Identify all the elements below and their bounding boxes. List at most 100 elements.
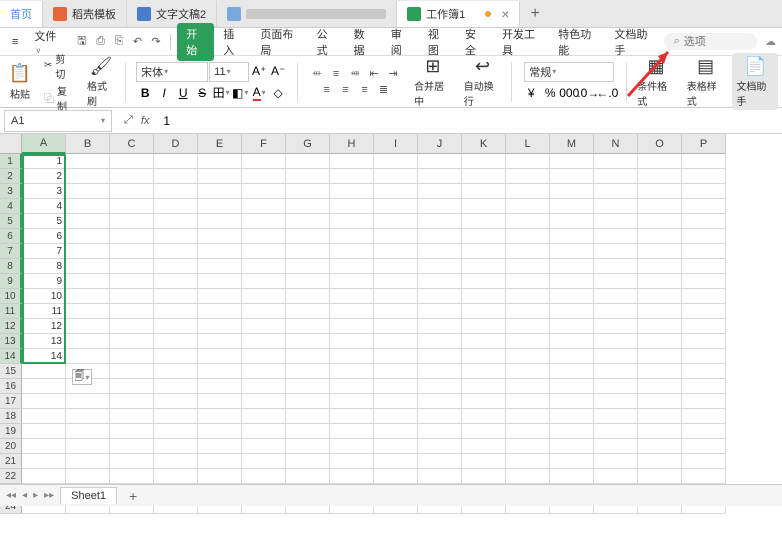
cell[interactable] bbox=[418, 274, 462, 289]
cell[interactable] bbox=[286, 274, 330, 289]
cell[interactable] bbox=[418, 199, 462, 214]
sheet-nav-last-icon[interactable]: ▸▸ bbox=[44, 490, 54, 501]
cell[interactable] bbox=[462, 424, 506, 439]
cell[interactable] bbox=[110, 199, 154, 214]
cell[interactable] bbox=[550, 364, 594, 379]
cell[interactable] bbox=[198, 154, 242, 169]
cell[interactable] bbox=[110, 154, 154, 169]
cell[interactable] bbox=[682, 169, 726, 184]
cell[interactable] bbox=[418, 304, 462, 319]
cell[interactable] bbox=[374, 154, 418, 169]
cell[interactable] bbox=[550, 169, 594, 184]
cell[interactable] bbox=[506, 439, 550, 454]
column-header[interactable]: F bbox=[242, 134, 286, 154]
currency-button[interactable]: ¥ bbox=[522, 84, 540, 102]
cell[interactable] bbox=[506, 289, 550, 304]
cell[interactable] bbox=[198, 199, 242, 214]
cell[interactable] bbox=[550, 214, 594, 229]
cell[interactable] bbox=[682, 154, 726, 169]
cell[interactable] bbox=[154, 454, 198, 469]
number-format-select[interactable]: 常规▾ bbox=[524, 62, 614, 82]
cell[interactable] bbox=[594, 349, 638, 364]
cell[interactable] bbox=[286, 364, 330, 379]
cell[interactable] bbox=[286, 424, 330, 439]
cell[interactable] bbox=[638, 169, 682, 184]
cell[interactable] bbox=[550, 154, 594, 169]
row-header[interactable]: 16 bbox=[0, 379, 22, 394]
cell[interactable] bbox=[330, 244, 374, 259]
cell[interactable] bbox=[330, 394, 374, 409]
cell[interactable] bbox=[418, 379, 462, 394]
align-bottom-button[interactable]: ⬵ bbox=[346, 67, 364, 81]
cell[interactable] bbox=[594, 439, 638, 454]
cloud-sync-icon[interactable]: ☁ bbox=[765, 35, 776, 48]
row-header[interactable]: 14 bbox=[0, 349, 22, 364]
ribbon-tab-3[interactable]: 公式 bbox=[308, 23, 345, 61]
cell[interactable]: 11 bbox=[22, 304, 66, 319]
cell[interactable]: 10 bbox=[22, 289, 66, 304]
cell[interactable] bbox=[110, 364, 154, 379]
conditional-format-button[interactable]: ▦ 条件格式 bbox=[633, 53, 679, 110]
cell[interactable] bbox=[22, 469, 66, 484]
column-header[interactable]: B bbox=[66, 134, 110, 154]
search-input[interactable] bbox=[684, 36, 744, 48]
cell[interactable] bbox=[154, 199, 198, 214]
cell[interactable] bbox=[638, 454, 682, 469]
cell[interactable] bbox=[638, 274, 682, 289]
row-header[interactable]: 8 bbox=[0, 259, 22, 274]
cell[interactable] bbox=[682, 214, 726, 229]
cell[interactable] bbox=[330, 154, 374, 169]
cell[interactable] bbox=[682, 454, 726, 469]
cell[interactable] bbox=[154, 304, 198, 319]
cell[interactable] bbox=[550, 439, 594, 454]
column-header[interactable]: L bbox=[506, 134, 550, 154]
cell[interactable] bbox=[110, 259, 154, 274]
cell[interactable] bbox=[110, 349, 154, 364]
row-header[interactable]: 7 bbox=[0, 244, 22, 259]
cell[interactable] bbox=[506, 214, 550, 229]
cell[interactable] bbox=[594, 469, 638, 484]
cell[interactable] bbox=[638, 469, 682, 484]
cell[interactable] bbox=[286, 349, 330, 364]
cell[interactable] bbox=[198, 304, 242, 319]
search-box[interactable]: ⌕ bbox=[664, 33, 757, 50]
cell[interactable] bbox=[286, 169, 330, 184]
ribbon-tab-9[interactable]: 特色功能 bbox=[549, 23, 605, 61]
cell[interactable] bbox=[154, 214, 198, 229]
cell[interactable] bbox=[374, 199, 418, 214]
cell[interactable] bbox=[418, 244, 462, 259]
row-header[interactable]: 12 bbox=[0, 319, 22, 334]
cell[interactable] bbox=[330, 289, 374, 304]
cell[interactable] bbox=[594, 289, 638, 304]
cell[interactable] bbox=[154, 184, 198, 199]
cell[interactable] bbox=[198, 229, 242, 244]
cell[interactable] bbox=[594, 424, 638, 439]
cell[interactable] bbox=[682, 439, 726, 454]
cell[interactable] bbox=[154, 424, 198, 439]
cell[interactable] bbox=[22, 424, 66, 439]
cell[interactable] bbox=[330, 229, 374, 244]
cell[interactable] bbox=[198, 334, 242, 349]
cell[interactable] bbox=[682, 349, 726, 364]
cell[interactable] bbox=[198, 259, 242, 274]
cell[interactable] bbox=[330, 424, 374, 439]
cell[interactable] bbox=[242, 469, 286, 484]
cell[interactable] bbox=[418, 469, 462, 484]
cell[interactable] bbox=[682, 364, 726, 379]
cell[interactable] bbox=[198, 244, 242, 259]
cell[interactable] bbox=[638, 394, 682, 409]
cell[interactable] bbox=[594, 334, 638, 349]
cell[interactable] bbox=[506, 154, 550, 169]
cell[interactable] bbox=[506, 229, 550, 244]
cell[interactable] bbox=[242, 334, 286, 349]
cell[interactable] bbox=[594, 304, 638, 319]
cell[interactable] bbox=[242, 259, 286, 274]
cell[interactable] bbox=[682, 244, 726, 259]
align-middle-button[interactable]: ≡ bbox=[327, 67, 345, 81]
cell[interactable] bbox=[374, 289, 418, 304]
cell[interactable] bbox=[594, 454, 638, 469]
cell[interactable] bbox=[286, 304, 330, 319]
cell[interactable] bbox=[66, 304, 110, 319]
cell[interactable] bbox=[594, 319, 638, 334]
cell[interactable] bbox=[110, 424, 154, 439]
